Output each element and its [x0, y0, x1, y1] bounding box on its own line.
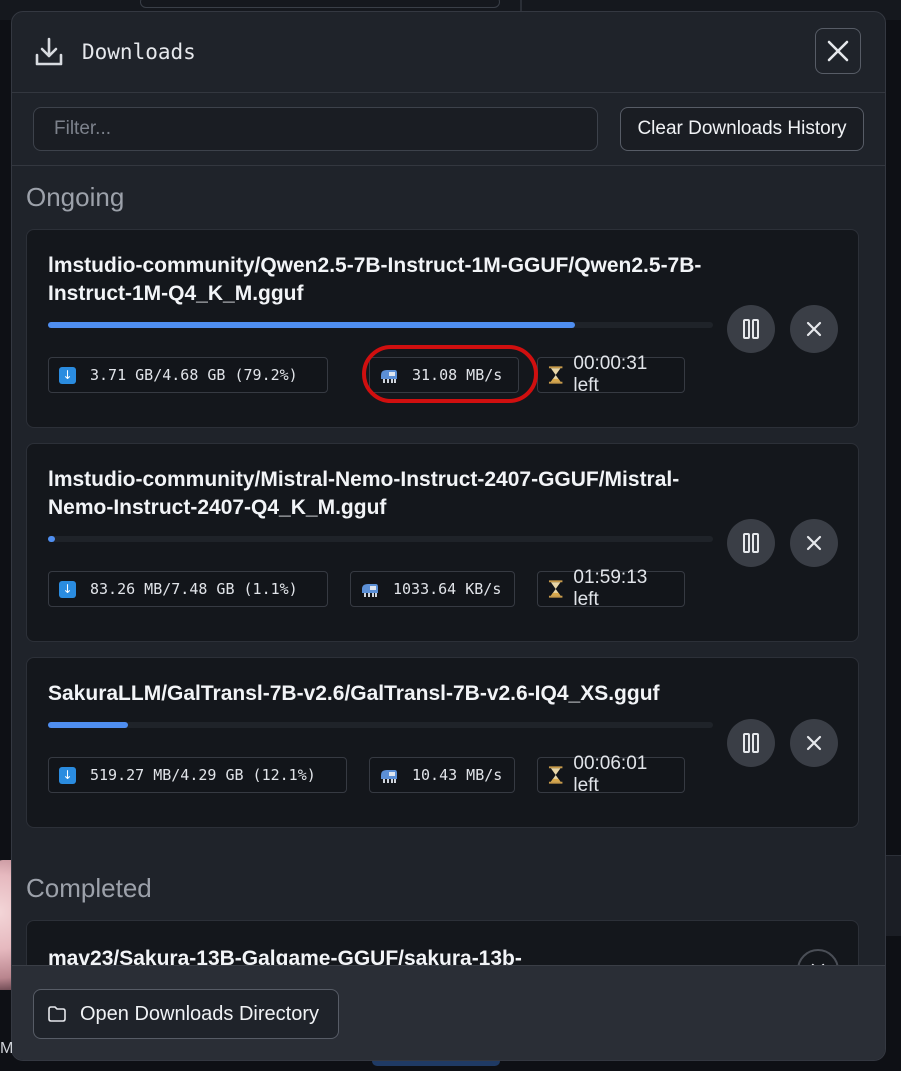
- time-left-chip: 00:00:31 left: [537, 353, 685, 396]
- time-left-chip: 00:06:01 left: [537, 753, 685, 796]
- download-arrow-icon: ↓: [59, 766, 76, 784]
- cancel-icon: [806, 735, 822, 751]
- size-chip: ↓ 83.26 MB/7.48 GB (1.1%): [48, 571, 328, 607]
- toolbar: Clear Downloads History: [12, 93, 885, 166]
- hourglass-icon: [548, 580, 563, 598]
- pause-icon: [743, 319, 759, 339]
- progress-bar: [48, 322, 713, 328]
- progress-fill: [48, 322, 575, 328]
- size-text: 83.26 MB/7.48 GB (1.1%): [90, 580, 298, 598]
- size-text: 519.27 MB/4.29 GB (12.1%): [90, 766, 316, 784]
- open-downloads-directory-label: Open Downloads Directory: [80, 1002, 319, 1025]
- speed-chip: 1033.64 KB/s: [350, 571, 515, 607]
- time-left-text: 00:06:01 left: [573, 753, 648, 796]
- folder-icon: [48, 1006, 66, 1022]
- background-panel: [885, 855, 901, 936]
- section-title-completed: Completed: [26, 873, 152, 903]
- time-left-chip: 01:59:13 left: [537, 567, 685, 610]
- modal-header: Downloads: [12, 12, 885, 93]
- speed-chip: 10.43 MB/s: [369, 757, 515, 793]
- speed-icon: [362, 584, 378, 597]
- download-file-name: lmstudio-community/Qwen2.5-7B-Instruct-1…: [48, 254, 702, 305]
- close-icon: [827, 40, 849, 62]
- download-file-name: SakuraLLM/GalTransl-7B-v2.6/GalTransl-7B…: [48, 682, 660, 705]
- hourglass-icon: [548, 766, 563, 784]
- cancel-button[interactable]: [790, 519, 838, 567]
- size-text: 3.71 GB/4.68 GB (79.2%): [90, 366, 298, 384]
- pause-icon: [743, 733, 759, 753]
- download-arrow-icon: ↓: [59, 366, 76, 384]
- download-card: lmstudio-community/Qwen2.5-7B-Instruct-1…: [26, 229, 859, 428]
- modal-footer: Open Downloads Directory: [12, 965, 885, 1060]
- downloads-modal: Downloads Clear Downloads History Ongoin…: [11, 11, 886, 1061]
- modal-title: Downloads: [82, 40, 196, 64]
- progress-fill: [48, 722, 129, 728]
- open-downloads-directory-button[interactable]: Open Downloads Directory: [33, 989, 339, 1039]
- size-chip: ↓ 519.27 MB/4.29 GB (12.1%): [48, 757, 347, 793]
- close-button[interactable]: [815, 28, 861, 74]
- pause-button[interactable]: [727, 305, 775, 353]
- speed-icon: [381, 770, 397, 783]
- download-arrow-icon: ↓: [59, 580, 76, 598]
- size-chip: ↓ 3.71 GB/4.68 GB (79.2%): [48, 357, 328, 393]
- progress-fill: [48, 536, 56, 542]
- speed-text: 10.43 MB/s: [412, 766, 503, 784]
- pause-button[interactable]: [727, 719, 775, 767]
- background-field: [140, 0, 500, 8]
- cancel-icon: [806, 535, 822, 551]
- download-card: lmstudio-community/Mistral-Nemo-Instruct…: [26, 443, 859, 642]
- download-card: SakuraLLM/GalTransl-7B-v2.6/GalTransl-7B…: [26, 657, 859, 828]
- pause-button[interactable]: [727, 519, 775, 567]
- download-file-name: lmstudio-community/Mistral-Nemo-Instruct…: [48, 468, 680, 519]
- progress-bar: [48, 722, 713, 728]
- time-left-text: 00:00:31 left: [573, 353, 648, 396]
- cancel-button[interactable]: [790, 305, 838, 353]
- hourglass-icon: [548, 366, 563, 384]
- cancel-button[interactable]: [790, 719, 838, 767]
- speed-text: 1033.64 KB/s: [393, 580, 502, 598]
- background-text: M: [0, 1040, 14, 1057]
- filter-input[interactable]: [33, 107, 598, 151]
- section-title-ongoing: Ongoing: [26, 182, 125, 212]
- cancel-icon: [806, 321, 822, 337]
- time-left-text: 01:59:13 left: [573, 567, 648, 610]
- pause-icon: [743, 533, 759, 553]
- speed-highlight-annotation: [362, 345, 538, 403]
- download-icon: [35, 37, 63, 66]
- progress-bar: [48, 536, 713, 542]
- clear-downloads-history-button[interactable]: Clear Downloads History: [620, 107, 864, 151]
